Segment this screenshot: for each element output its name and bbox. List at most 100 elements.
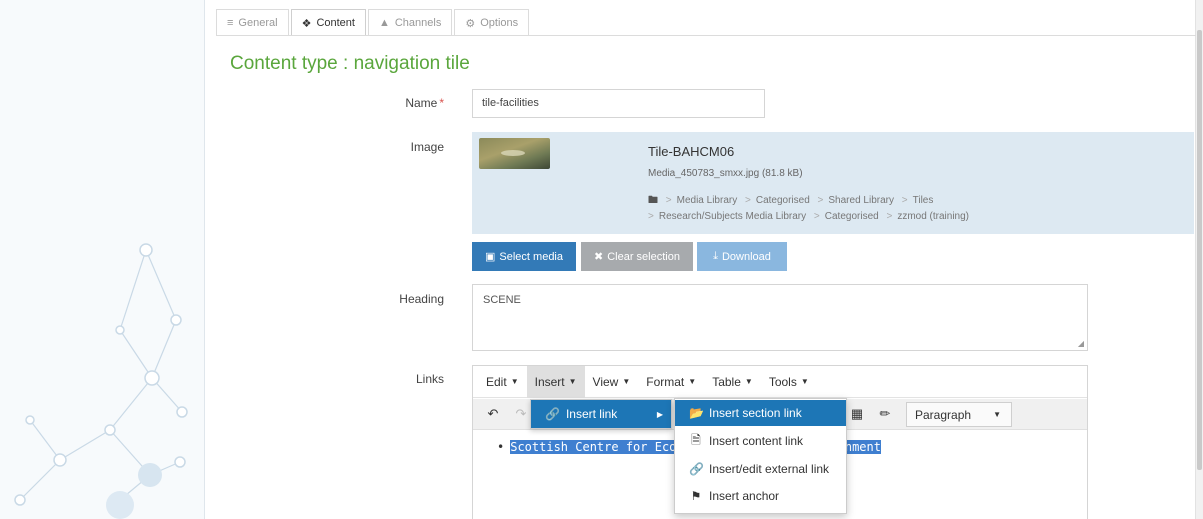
tab-divider [216, 35, 1196, 36]
chevron-right-icon: > [886, 211, 893, 222]
vertical-scrollbar[interactable] [1195, 0, 1203, 519]
heading-value: SCENE [483, 294, 521, 306]
insert-link-label: Insert link [565, 407, 618, 421]
paragraph-format-select[interactable]: Paragraph ▼ [906, 402, 1012, 427]
insert-menu-dropdown: 🔗 Insert link ▶ [530, 399, 672, 429]
menu-table[interactable]: Table ▼ [704, 366, 761, 398]
select-media-button[interactable]: ▣ Select media [472, 242, 576, 271]
tab-channels[interactable]: ▲ Channels [367, 9, 453, 36]
close-icon: ✖ [594, 251, 604, 263]
path-segment[interactable]: Media Library [677, 195, 738, 206]
chevron-right-icon: > [648, 211, 654, 222]
path-segment[interactable]: Categorised [825, 211, 879, 222]
menu-item-insert-link[interactable]: 🔗 Insert link ▶ [531, 400, 671, 428]
download-label: Download [721, 250, 771, 263]
path-segment[interactable]: Tiles [913, 195, 934, 206]
caret-down-icon: ▼ [622, 377, 631, 386]
menu-item-insert-section-link[interactable]: 📂 Insert section link [675, 400, 846, 426]
selected-link-text-end[interactable]: nment [844, 440, 881, 454]
insert-link-flyout: 📂 Insert section link 🗎 Insert content l… [674, 398, 847, 514]
caret-down-icon: ▼ [993, 410, 1001, 419]
tab-label: Content [316, 17, 355, 29]
menu-view[interactable]: View ▼ [585, 366, 639, 398]
path-segment[interactable]: zzmod (training) [897, 211, 969, 222]
caret-down-icon: ▼ [510, 377, 519, 386]
image-file-info: Media_450783_smxx.jpg (81.8 kB) [648, 168, 803, 179]
caret-down-icon: ▼ [800, 377, 809, 386]
name-label: Name * [214, 96, 444, 110]
links-label: Links [415, 372, 444, 386]
cogs-icon: ⚙ [465, 17, 476, 30]
file-icon: 🗎 [691, 432, 701, 447]
tab-content[interactable]: ❖ Content [290, 9, 366, 36]
path-segment[interactable]: Shared Library [828, 195, 894, 206]
caret-down-icon: ▼ [568, 377, 577, 386]
image-path: 🖿 > Media Library > Categorised > Shared Li… [648, 193, 969, 225]
flyout-item-label: Insert/edit external link [709, 462, 830, 476]
menu-format[interactable]: Format ▼ [638, 366, 704, 398]
editor-menubar: Edit ▼ Insert ▼ View ▼ Format ▼ Table ▼ Tools… [473, 365, 1087, 398]
image-title: Tile-BAHCM06 [648, 144, 735, 159]
scrollbar-thumb[interactable] [1197, 30, 1202, 470]
menu-label: Edit [486, 374, 507, 389]
clear-selection-button[interactable]: ✖ Clear selection [581, 242, 693, 271]
chevron-right-icon: > [901, 195, 908, 206]
cubes-icon: ❖ [301, 17, 312, 30]
bullet-point: • [497, 440, 505, 454]
link-icon: 🔗 [545, 407, 560, 421]
select-media-label: Select media [499, 250, 563, 263]
path-segment[interactable]: Categorised [756, 195, 810, 206]
required-marker: * [439, 96, 444, 110]
table-icon[interactable]: ▦ [845, 403, 869, 425]
menu-label: View [592, 374, 619, 389]
menu-item-insert-content-link[interactable]: 🗎 Insert content link [675, 428, 846, 454]
menu-tools[interactable]: Tools ▼ [761, 366, 817, 398]
network-decoration [14, 243, 188, 519]
caret-down-icon: ▼ [688, 377, 697, 386]
path-segment[interactable]: Research/Subjects Media Library [659, 211, 806, 222]
name-label-text: Name [405, 96, 438, 110]
eraser-icon[interactable]: ✏ [873, 403, 897, 425]
chevron-right-icon: ▶ [656, 409, 663, 419]
heading-textarea[interactable]: SCENE ◢ [472, 284, 1088, 351]
flyout-item-label: Insert content link [709, 434, 804, 448]
tab-bar: ≡ General ❖ Content ▲ Channels ⚙ Options [216, 9, 531, 36]
menu-label: Table [712, 374, 741, 389]
resize-grip-icon[interactable]: ◢ [1078, 339, 1084, 348]
image-icon: ▣ [485, 251, 496, 263]
bookmark-icon: ⚑ [690, 489, 702, 503]
tab-general[interactable]: ≡ General [216, 9, 289, 36]
chevron-right-icon: > [665, 195, 672, 206]
folder-open-icon: 📂 [689, 406, 704, 420]
undo-icon[interactable]: ↶ [481, 403, 505, 425]
selected-link-text[interactable]: Scottish Centre for Ecolo [510, 440, 691, 454]
flyout-item-label: Insert anchor [709, 489, 780, 503]
left-sidebar-panel [0, 0, 205, 519]
menu-edit[interactable]: Edit ▼ [478, 366, 527, 398]
menu-label: Format [646, 374, 685, 389]
download-button[interactable]: ⤓ Download [697, 242, 787, 271]
folder-icon: 🖿 [648, 195, 658, 206]
tab-label: General [238, 17, 278, 29]
image-selection-panel: Tile-BAHCM06 Media_450783_smxx.jpg (81.8… [472, 132, 1194, 234]
image-thumbnail[interactable] [479, 138, 550, 169]
menu-item-insert-external-link[interactable]: 🔗 Insert/edit external link [675, 456, 846, 482]
sliders-icon: ≡ [227, 17, 234, 29]
sitemap-icon: ▲ [378, 17, 390, 29]
tab-options[interactable]: ⚙ Options [454, 9, 530, 36]
chevron-right-icon: > [745, 195, 751, 206]
menu-label: Insert [534, 374, 565, 389]
tab-label: Options [480, 17, 519, 29]
chevron-right-icon: > [817, 195, 824, 206]
name-input[interactable]: tile-facilities [472, 89, 765, 118]
image-label: Image [410, 140, 444, 154]
chevron-right-icon: > [813, 211, 820, 222]
download-icon: ⤓ [713, 250, 718, 262]
tab-label: Channels [394, 17, 442, 29]
caret-down-icon: ▼ [744, 377, 753, 386]
paragraph-select-value: Paragraph [915, 407, 972, 422]
page-title: Content type : navigation tile [230, 53, 470, 74]
menu-item-insert-anchor[interactable]: ⚑ Insert anchor [675, 483, 846, 509]
menu-insert[interactable]: Insert ▼ [526, 365, 585, 398]
flyout-item-label: Insert section link [709, 406, 802, 420]
